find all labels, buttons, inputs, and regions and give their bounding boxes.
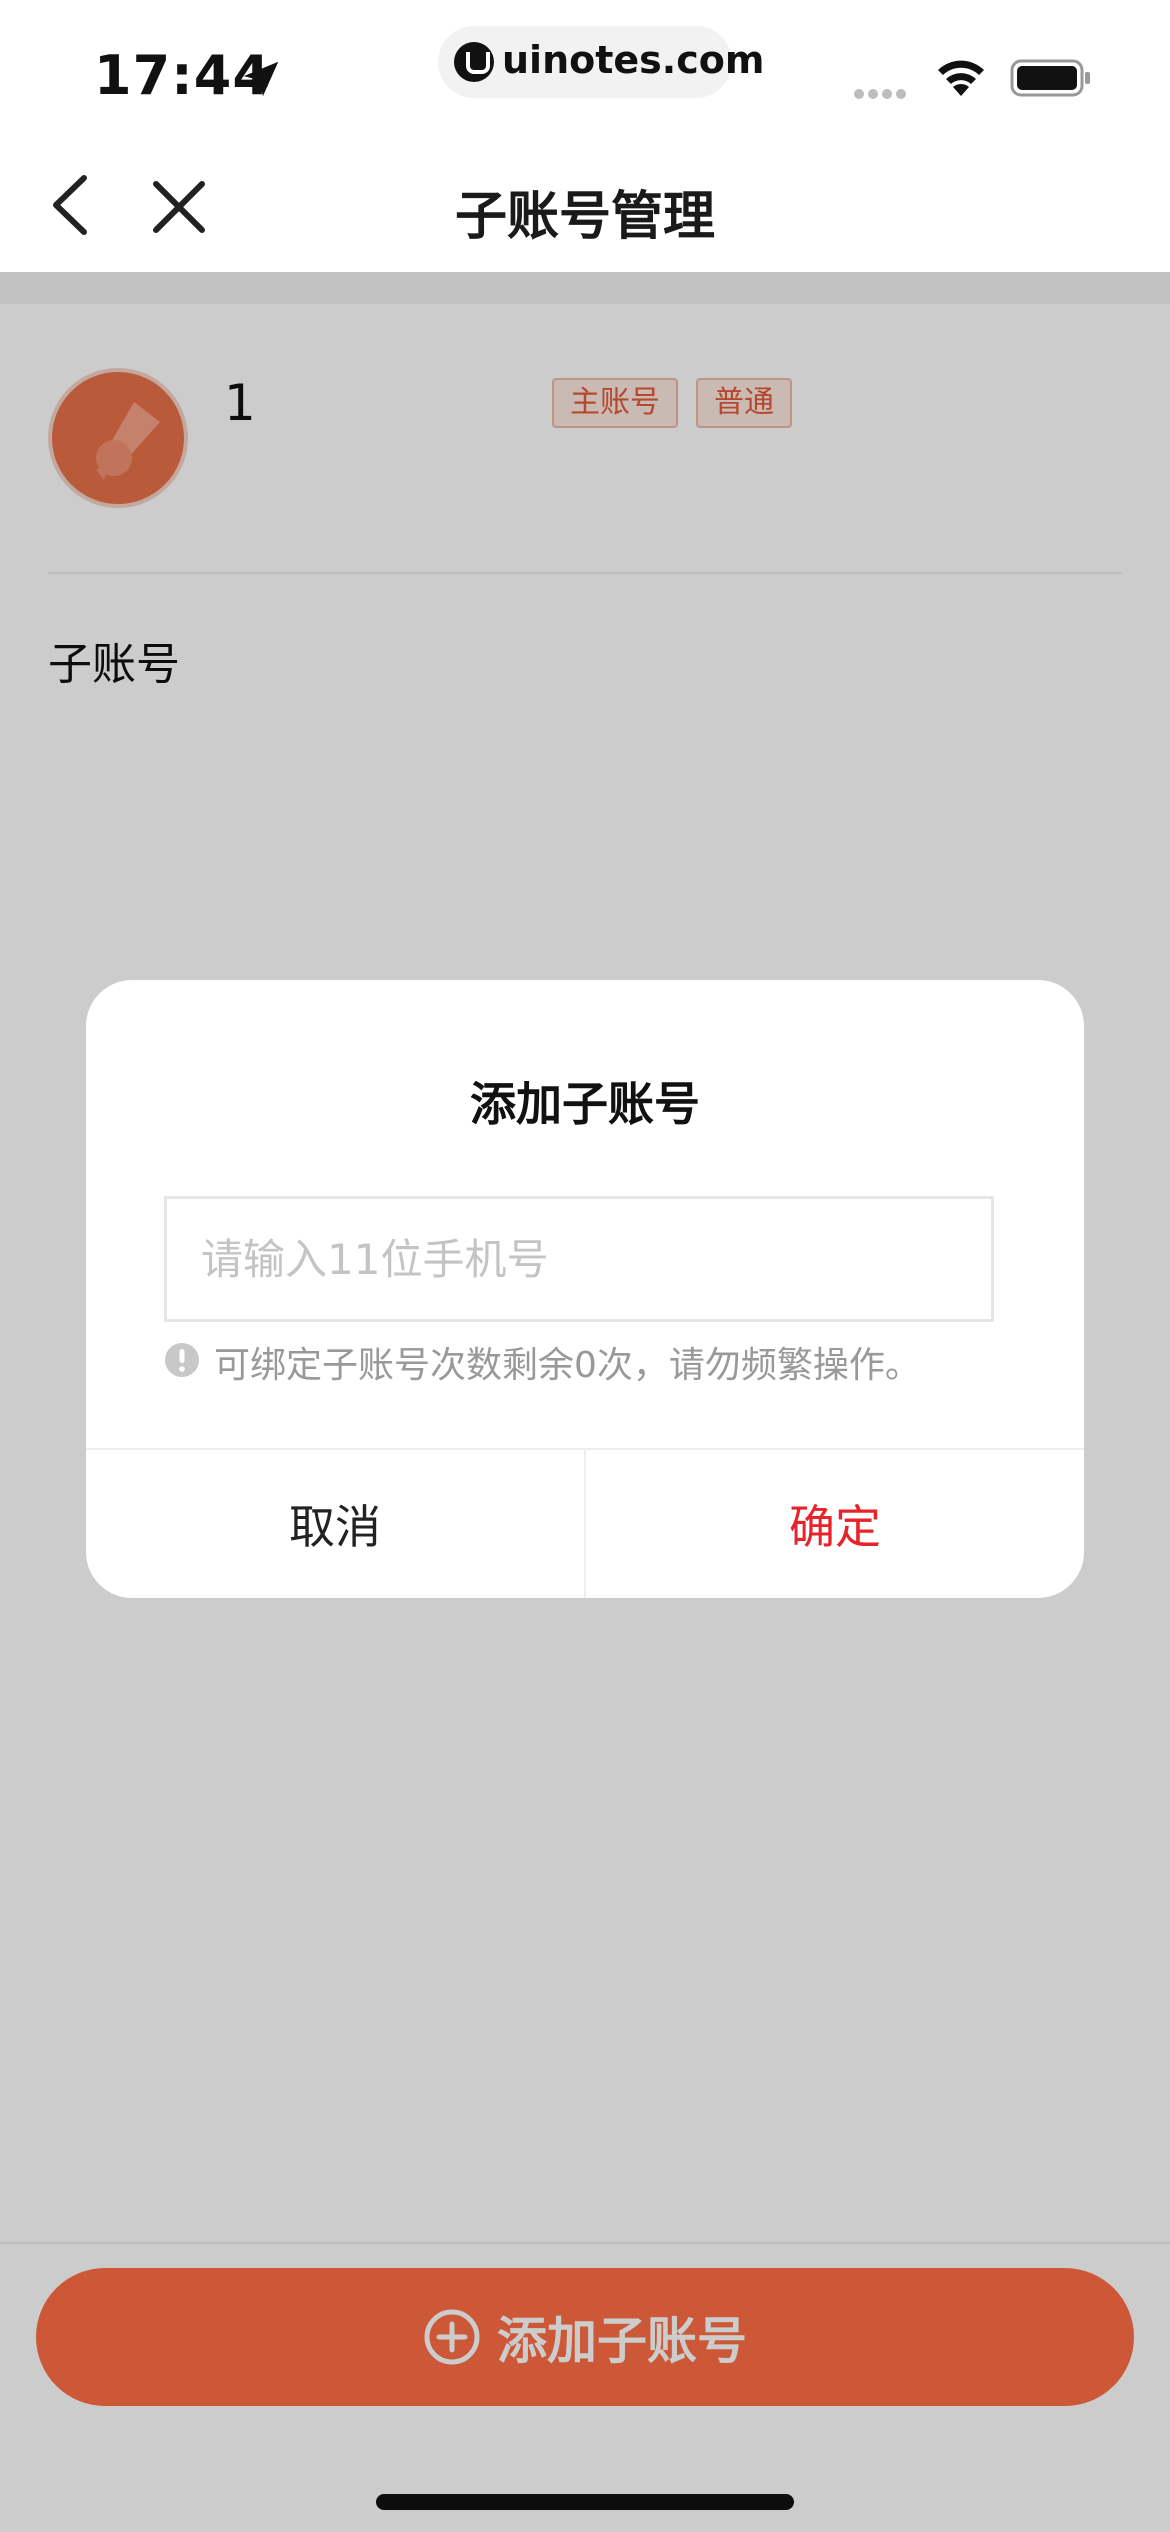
nav-bar: 子账号管理 <box>0 130 1170 272</box>
exclamation-circle-icon <box>165 1343 199 1377</box>
location-arrow-icon <box>243 61 279 97</box>
confirm-button[interactable]: 确定 <box>586 1450 1084 1598</box>
status-bar: 17:44 uinotes.com <box>0 0 1170 130</box>
sub-account-page: 17:44 uinotes.com 子账号管理 1 主账号 普通 子账号 添加子… <box>0 0 1170 2532</box>
url-text: uinotes.com <box>502 38 765 82</box>
url-pill[interactable]: uinotes.com <box>438 26 764 98</box>
cancel-button[interactable]: 取消 <box>86 1450 584 1598</box>
page-title: 子账号管理 <box>454 187 715 247</box>
battery-icon <box>1010 59 1090 97</box>
add-sub-account-dialog: 添加子账号 可绑定子账号次数剩余0次，请勿频繁操作。 取消 确定 <box>86 980 1084 1598</box>
wifi-icon <box>938 60 984 96</box>
phone-number-input[interactable] <box>164 1196 994 1322</box>
warning-text: 可绑定子账号次数剩余0次，请勿频繁操作。 <box>214 1345 921 1386</box>
dialog-title: 添加子账号 <box>470 1077 700 1131</box>
cellular-signal-icon <box>854 84 914 99</box>
site-logo-icon <box>454 42 494 82</box>
